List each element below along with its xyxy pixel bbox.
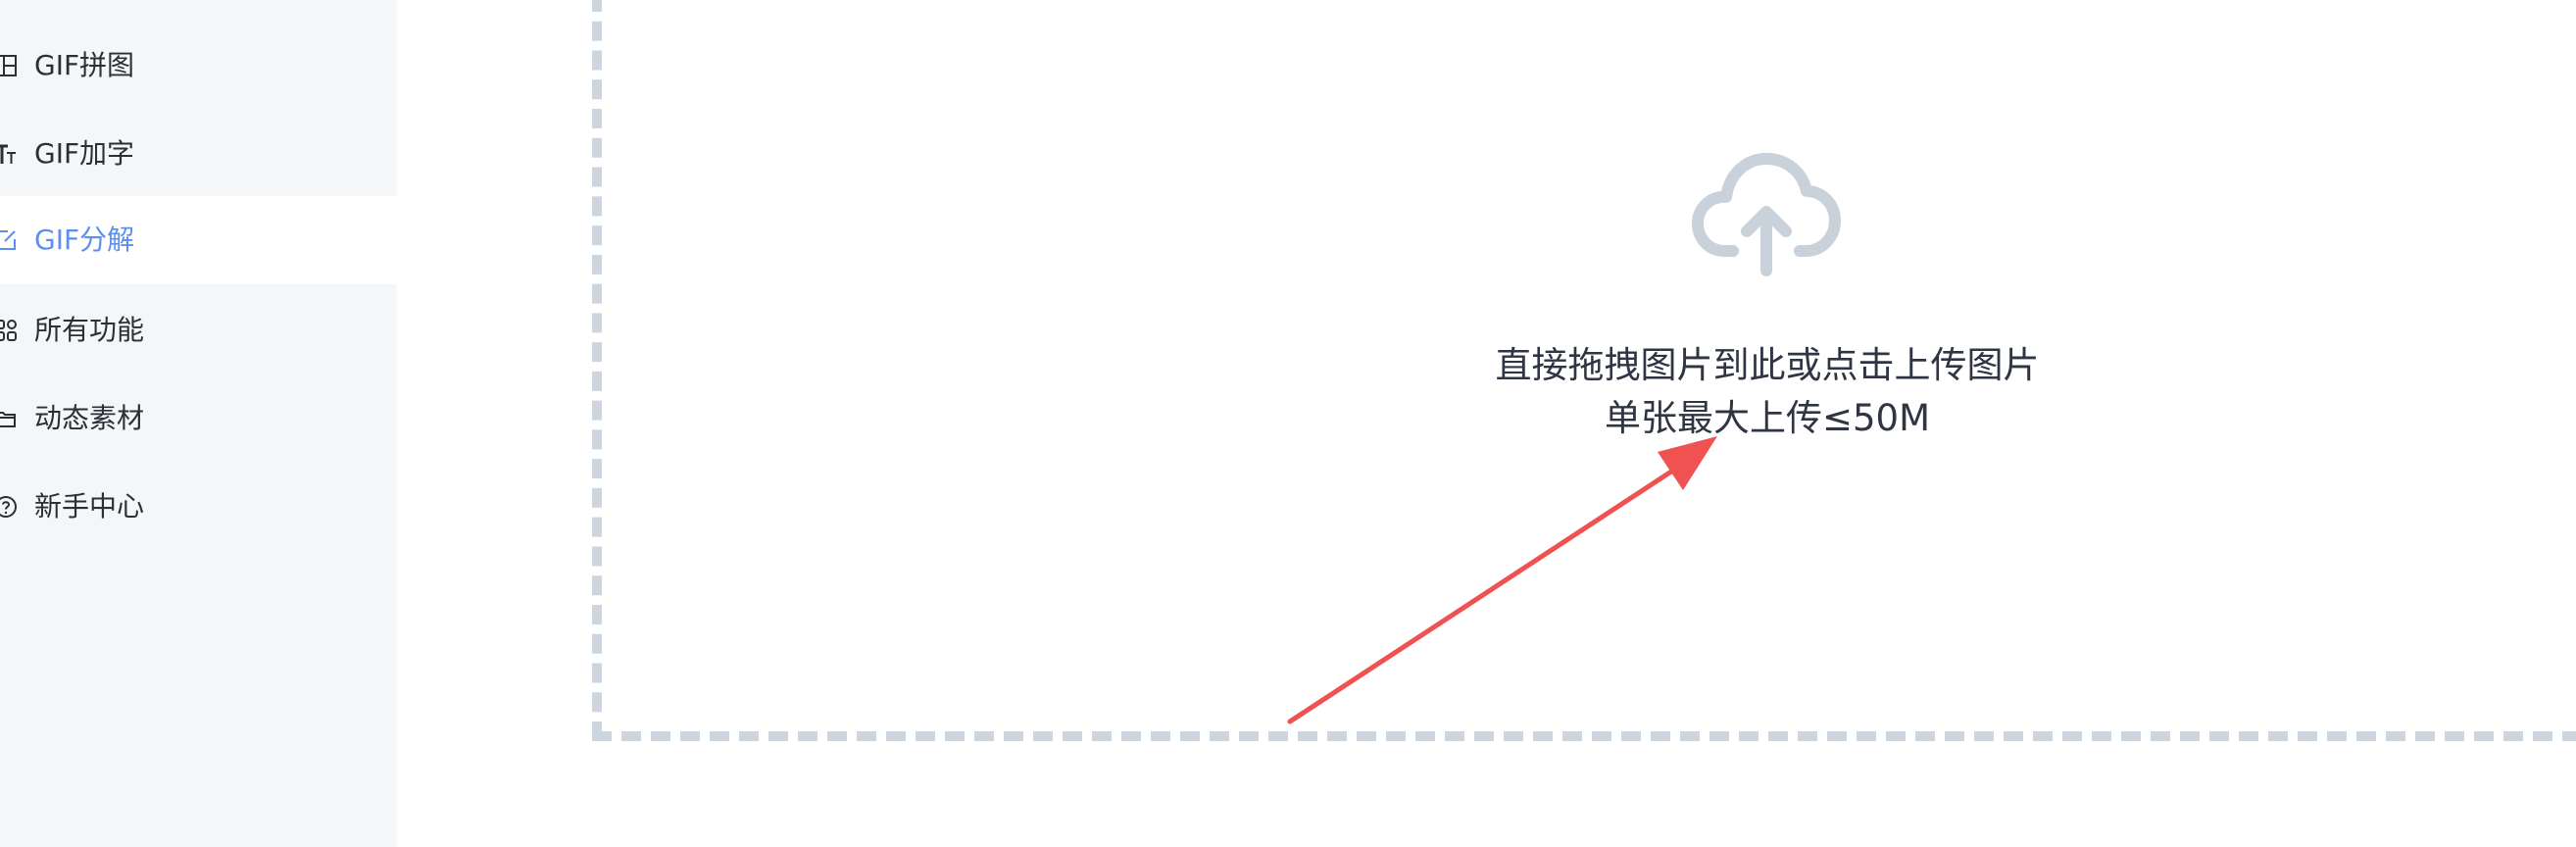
- sidebar-item-newbie-center[interactable]: 新手中心: [0, 463, 397, 551]
- sidebar-item-label: 所有功能: [34, 314, 145, 346]
- upload-size-limit: 单张最大上传≤50M: [1604, 397, 1930, 439]
- cloud-upload-icon: [1692, 153, 1841, 276]
- edit-icon: [0, 228, 18, 252]
- sidebar: GIF拼图 GIF加字 GIF分解 所有功能 动态素材 新手中心: [0, 0, 397, 847]
- sidebar-item-all-features[interactable]: 所有功能: [0, 286, 397, 374]
- page: GIF拼图 GIF加字 GIF分解 所有功能 动态素材 新手中心 直接拖拽图片到…: [0, 0, 2576, 847]
- sidebar-item-gif-text[interactable]: GIF加字: [0, 110, 397, 198]
- sidebar-item-label: GIF拼图: [34, 49, 135, 81]
- sidebar-item-label: GIF分解: [34, 224, 135, 256]
- sidebar-item-gif-decompose[interactable]: GIF分解: [0, 196, 397, 284]
- sidebar-item-dynamic-materials[interactable]: 动态素材: [0, 374, 397, 463]
- sidebar-item-gif-puzzle[interactable]: GIF拼图: [0, 22, 397, 110]
- text-icon: [0, 142, 18, 166]
- upload-instruction: 直接拖拽图片到此或点击上传图片: [1495, 344, 2040, 386]
- grid-puzzle-icon: [0, 54, 18, 77]
- apps-icon: [0, 319, 18, 342]
- help-icon: [0, 495, 18, 519]
- folder-icon: [0, 407, 18, 430]
- sidebar-item-label: 新手中心: [34, 490, 145, 523]
- sidebar-item-label: 动态素材: [34, 402, 145, 434]
- sidebar-item-label: GIF加字: [34, 137, 135, 170]
